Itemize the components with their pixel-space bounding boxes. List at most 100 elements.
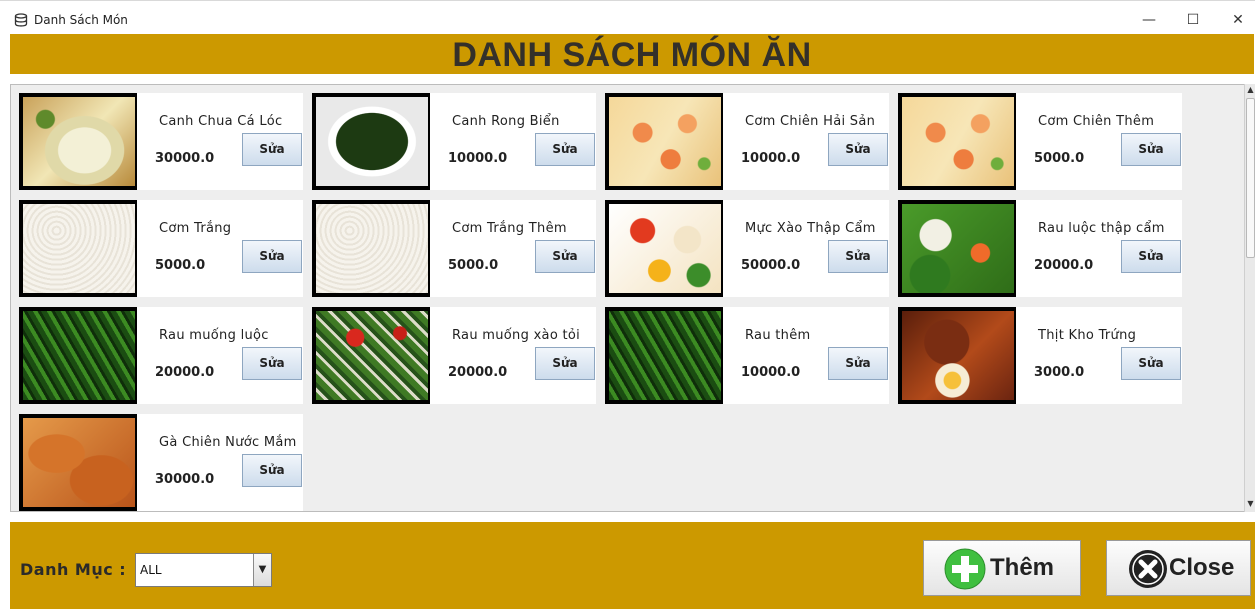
- dish-card: Canh Rong Biển 10000.0 Sửa: [312, 93, 596, 190]
- rau-muong-xao-toi-photo: [316, 311, 428, 400]
- dish-photo: [605, 307, 723, 404]
- dish-photo: [312, 200, 430, 297]
- edit-dish-button[interactable]: Sửa: [535, 133, 595, 166]
- dish-price: 3000.0: [1034, 365, 1085, 380]
- dish-photo: [898, 93, 1016, 190]
- window-title: Danh Sách Món: [34, 13, 128, 27]
- dish-name: Canh Rong Biển: [452, 114, 560, 129]
- dish-photo: [605, 93, 723, 190]
- dish-name: Rau thêm: [745, 328, 811, 343]
- dish-photo: [898, 307, 1016, 404]
- close-button[interactable]: Close: [1106, 540, 1251, 596]
- dish-name: Cơm Chiên Thêm: [1038, 114, 1155, 129]
- dish-card: Rau muống xào tỏi 20000.0 Sửa: [312, 307, 596, 404]
- dish-name: Cơm Trắng Thêm: [452, 221, 567, 236]
- rau-them-photo: [609, 311, 721, 400]
- plus-circle-icon: [944, 548, 986, 590]
- edit-dish-button[interactable]: Sửa: [1121, 347, 1181, 380]
- dish-price: 5000.0: [155, 258, 206, 273]
- dish-photo: [605, 200, 723, 297]
- dish-price: 10000.0: [741, 365, 801, 380]
- dish-card: Thịt Kho Trứng 3000.0 Sửa: [898, 307, 1182, 404]
- dish-name: Canh Chua Cá Lóc: [159, 114, 283, 129]
- com-chien-hai-san-photo: [609, 97, 721, 186]
- canh-rong-bien-photo: [316, 97, 428, 186]
- close-label: Close: [1169, 554, 1235, 581]
- dish-card: Cơm Trắng 5000.0 Sửa: [19, 200, 303, 297]
- add-dish-button[interactable]: Thêm: [923, 540, 1081, 596]
- dish-name: Rau muống luộc: [159, 328, 269, 343]
- edit-dish-button[interactable]: Sửa: [242, 240, 302, 273]
- header-banner: DANH SÁCH MÓN ĂN: [10, 34, 1254, 77]
- dish-name: Cơm Trắng: [159, 221, 232, 236]
- canh-chua-photo: [23, 97, 135, 186]
- category-select-value: ALL: [140, 563, 162, 577]
- close-window-button[interactable]: ✕: [1228, 10, 1248, 30]
- dish-price: 20000.0: [1034, 258, 1094, 273]
- com-chien-them-photo: [902, 97, 1014, 186]
- edit-dish-button[interactable]: Sửa: [535, 347, 595, 380]
- dish-photo: [19, 93, 137, 190]
- scroll-up-arrow-icon[interactable]: ▲: [1245, 84, 1255, 96]
- edit-dish-button[interactable]: Sửa: [242, 133, 302, 166]
- com-trang-them-photo: [316, 204, 428, 293]
- dish-card: Rau luộc thập cẩm 20000.0 Sửa: [898, 200, 1182, 297]
- dish-photo: [898, 200, 1016, 297]
- dish-card: Rau thêm 10000.0 Sửa: [605, 307, 889, 404]
- minimize-button[interactable]: —: [1139, 10, 1159, 30]
- edit-dish-button[interactable]: Sửa: [828, 133, 888, 166]
- dish-price: 10000.0: [448, 151, 508, 166]
- dish-card: Canh Chua Cá Lóc 30000.0 Sửa: [19, 93, 303, 190]
- dish-card: Cơm Chiên Hải Sản 10000.0 Sửa: [605, 93, 889, 190]
- rau-muong-luoc-photo: [23, 311, 135, 400]
- chevron-down-icon[interactable]: ▼: [253, 554, 271, 586]
- dish-photo: [19, 200, 137, 297]
- database-icon: [14, 13, 28, 27]
- page-title: DANH SÁCH MÓN ĂN: [452, 36, 812, 74]
- dish-card: Cơm Chiên Thêm 5000.0 Sửa: [898, 93, 1182, 190]
- edit-dish-button[interactable]: Sửa: [828, 240, 888, 273]
- dish-card: Gà Chiên Nước Mắm 30000.0 Sửa: [19, 414, 303, 511]
- dish-price: 20000.0: [448, 365, 508, 380]
- dish-name: Thịt Kho Trứng: [1038, 328, 1137, 343]
- dish-price: 30000.0: [155, 151, 215, 166]
- dish-name: Cơm Chiên Hải Sản: [745, 114, 876, 129]
- muc-xao-photo: [609, 204, 721, 293]
- dish-card: Rau muống luộc 20000.0 Sửa: [19, 307, 303, 404]
- dish-card: Mực Xào Thập Cẩm 50000.0 Sửa: [605, 200, 889, 297]
- dish-list[interactable]: Canh Chua Cá Lóc 30000.0 Sửa Canh Rong Biển…: [10, 84, 1244, 512]
- dish-photo: [19, 307, 137, 404]
- ga-chien-photo: [23, 418, 135, 507]
- scroll-down-arrow-icon[interactable]: ▼: [1245, 498, 1255, 510]
- edit-dish-button[interactable]: Sửa: [1121, 240, 1181, 273]
- dish-photo: [312, 93, 430, 190]
- dish-price: 10000.0: [741, 151, 801, 166]
- edit-dish-button[interactable]: Sửa: [535, 240, 595, 273]
- maximize-button[interactable]: ☐: [1183, 10, 1203, 30]
- dish-price: 20000.0: [155, 365, 215, 380]
- category-label: Danh Mục :: [20, 560, 127, 579]
- scrollbar-thumb[interactable]: [1246, 98, 1255, 258]
- edit-dish-button[interactable]: Sửa: [1121, 133, 1181, 166]
- window-title-bar: Danh Sách Món — ☐ ✕: [0, 0, 1255, 34]
- dish-price: 5000.0: [1034, 151, 1085, 166]
- thit-kho-trung-photo: [902, 311, 1014, 400]
- edit-dish-button[interactable]: Sửa: [828, 347, 888, 380]
- dish-price: 5000.0: [448, 258, 499, 273]
- dish-card: Cơm Trắng Thêm 5000.0 Sửa: [312, 200, 596, 297]
- category-select[interactable]: ALL ▼: [135, 553, 272, 587]
- footer-bar: Danh Mục : ALL ▼ Thêm Close: [10, 522, 1255, 609]
- vertical-scrollbar[interactable]: ▲ ▼: [1244, 84, 1255, 512]
- dish-name: Rau luộc thập cẩm: [1038, 221, 1165, 236]
- dish-price: 50000.0: [741, 258, 801, 273]
- dish-price: 30000.0: [155, 472, 215, 487]
- com-trang-photo: [23, 204, 135, 293]
- dish-photo: [312, 307, 430, 404]
- dish-name: Rau muống xào tỏi: [452, 328, 581, 343]
- edit-dish-button[interactable]: Sửa: [242, 347, 302, 380]
- dish-name: Gà Chiên Nước Mắm: [159, 435, 297, 450]
- add-dish-label: Thêm: [990, 554, 1055, 581]
- dish-name: Mực Xào Thập Cẩm: [745, 221, 876, 236]
- edit-dish-button[interactable]: Sửa: [242, 454, 302, 487]
- close-circle-icon: [1129, 550, 1167, 588]
